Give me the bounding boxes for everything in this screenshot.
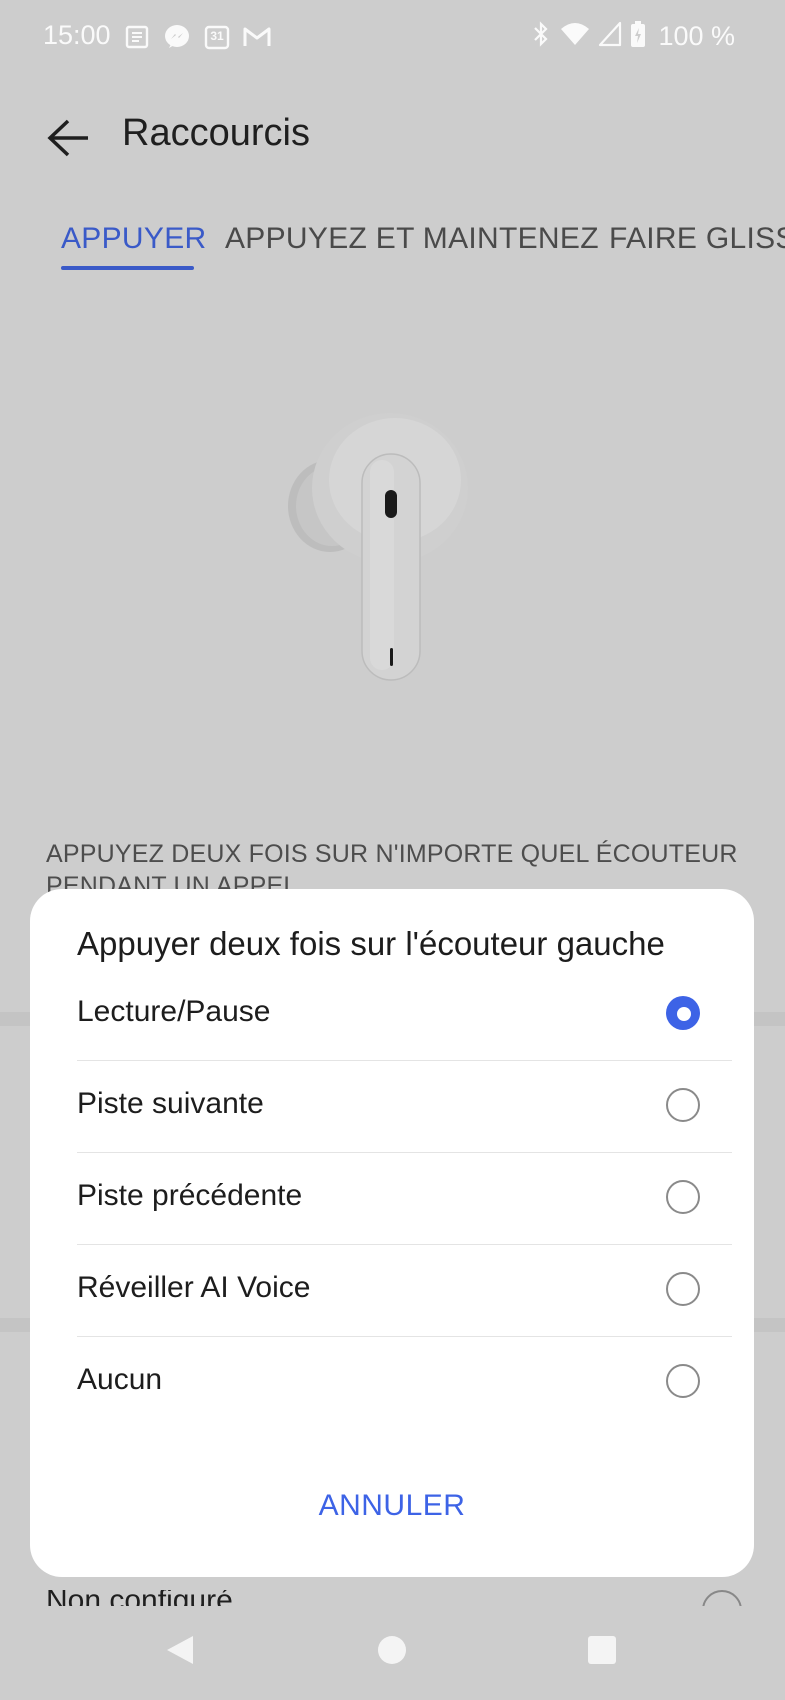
option-label: Aucun: [77, 1363, 163, 1396]
messenger-icon: [162, 22, 192, 52]
option-label: Piste suivante: [77, 1087, 264, 1120]
radio-button[interactable]: [666, 1088, 700, 1122]
app-bar: Raccourcis: [0, 90, 785, 180]
option-piste-precedente[interactable]: Piste précédente: [77, 1153, 732, 1245]
option-aucun[interactable]: Aucun: [77, 1337, 732, 1429]
calendar-day: 31: [210, 29, 224, 43]
navigation-bar: [0, 1600, 785, 1700]
radio-button-selected[interactable]: [666, 996, 700, 1030]
option-piste-suivante[interactable]: Piste suivante: [77, 1061, 732, 1153]
cancel-button[interactable]: ANNULER: [30, 1489, 754, 1523]
radio-button[interactable]: [666, 1272, 700, 1306]
system-status-icons: 100 %: [530, 20, 735, 53]
back-button[interactable]: [40, 112, 96, 164]
tab-appuyez-et-maintenez[interactable]: APPUYEZ ET MAINTENEZ: [225, 222, 599, 256]
nav-recents-button[interactable]: [574, 1622, 630, 1678]
battery-percent: 100 %: [658, 21, 735, 51]
tab-bar: APPUYER APPUYEZ ET MAINTENEZ FAIRE GLISS…: [0, 214, 785, 274]
home-icon: [378, 1636, 406, 1664]
option-label: Piste précédente: [77, 1179, 303, 1212]
radio-button[interactable]: [666, 1364, 700, 1398]
option-label: Lecture/Pause: [77, 995, 271, 1028]
calendar-icon: 31: [202, 22, 232, 52]
bluetooth-icon: [530, 20, 552, 53]
news-icon: [122, 22, 152, 52]
tab-faire-glisser[interactable]: FAIRE GLISSER: [609, 222, 785, 256]
nav-back-button[interactable]: [152, 1622, 208, 1678]
earbud-illustration: [280, 410, 480, 690]
battery-charging-icon: [630, 20, 646, 53]
recents-icon: [588, 1636, 616, 1664]
option-lecture-pause[interactable]: Lecture/Pause: [77, 969, 732, 1061]
nav-home-button[interactable]: [364, 1622, 420, 1678]
page-title: Raccourcis: [122, 112, 310, 154]
option-reveiller-ai-voice[interactable]: Réveiller AI Voice: [77, 1245, 732, 1337]
dialog-title: Appuyer deux fois sur l'écouteur gauche: [77, 925, 665, 962]
back-icon: [167, 1636, 193, 1664]
tab-appuyer[interactable]: APPUYER: [61, 222, 206, 256]
option-label: Réveiller AI Voice: [77, 1271, 311, 1304]
radio-button[interactable]: [666, 1180, 700, 1214]
notification-icons: 31: [122, 22, 272, 52]
signal-icon: [598, 21, 622, 52]
status-time: 15:00: [43, 20, 111, 50]
status-bar: 15:00 31 100 %: [0, 0, 785, 72]
options-dialog: Appuyer deux fois sur l'écouteur gauche …: [30, 889, 754, 1577]
wifi-icon: [560, 21, 590, 52]
gmail-icon: [242, 22, 272, 52]
active-tab-indicator: [61, 266, 194, 270]
arrow-left-icon: [47, 119, 88, 157]
